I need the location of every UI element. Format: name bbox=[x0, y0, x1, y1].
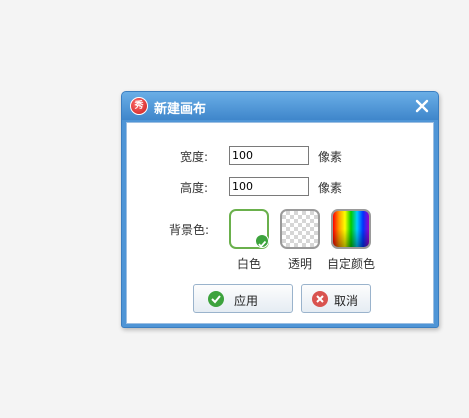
width-label: 宽度: bbox=[180, 150, 209, 164]
apply-button-label: 应用 bbox=[234, 294, 259, 308]
check-icon bbox=[255, 234, 269, 248]
apply-button[interactable]: 应用 bbox=[193, 284, 293, 313]
background-color-label: 背景色: bbox=[169, 223, 210, 237]
check-icon bbox=[208, 291, 224, 307]
swatch-transparent[interactable] bbox=[280, 209, 320, 249]
width-input[interactable] bbox=[229, 146, 309, 165]
dialog-titlebar[interactable]: 秀 新建画布 bbox=[122, 92, 438, 120]
swatch-white-label: 白色 bbox=[236, 257, 261, 271]
cancel-button[interactable]: 取消 bbox=[301, 284, 371, 313]
close-icon bbox=[415, 99, 429, 113]
new-canvas-dialog: 秀 新建画布 宽度: 像素 高度: 像素 背景色: 白色 透明 自定颜色 应用 bbox=[121, 91, 439, 328]
height-unit: 像素 bbox=[318, 181, 343, 195]
dialog-title: 新建画布 bbox=[154, 102, 207, 117]
height-input[interactable] bbox=[229, 177, 309, 196]
dialog-body: 宽度: 像素 高度: 像素 背景色: 白色 透明 自定颜色 应用 取消 bbox=[126, 122, 434, 324]
height-label: 高度: bbox=[180, 181, 209, 195]
cancel-button-label: 取消 bbox=[334, 294, 359, 308]
width-unit: 像素 bbox=[318, 150, 343, 164]
app-logo-icon: 秀 bbox=[130, 97, 148, 115]
swatch-custom-label: 自定颜色 bbox=[326, 257, 375, 271]
swatch-transparent-label: 透明 bbox=[287, 257, 312, 271]
cancel-icon bbox=[312, 291, 328, 307]
swatch-custom-color[interactable] bbox=[331, 209, 371, 249]
close-button[interactable] bbox=[412, 96, 432, 116]
